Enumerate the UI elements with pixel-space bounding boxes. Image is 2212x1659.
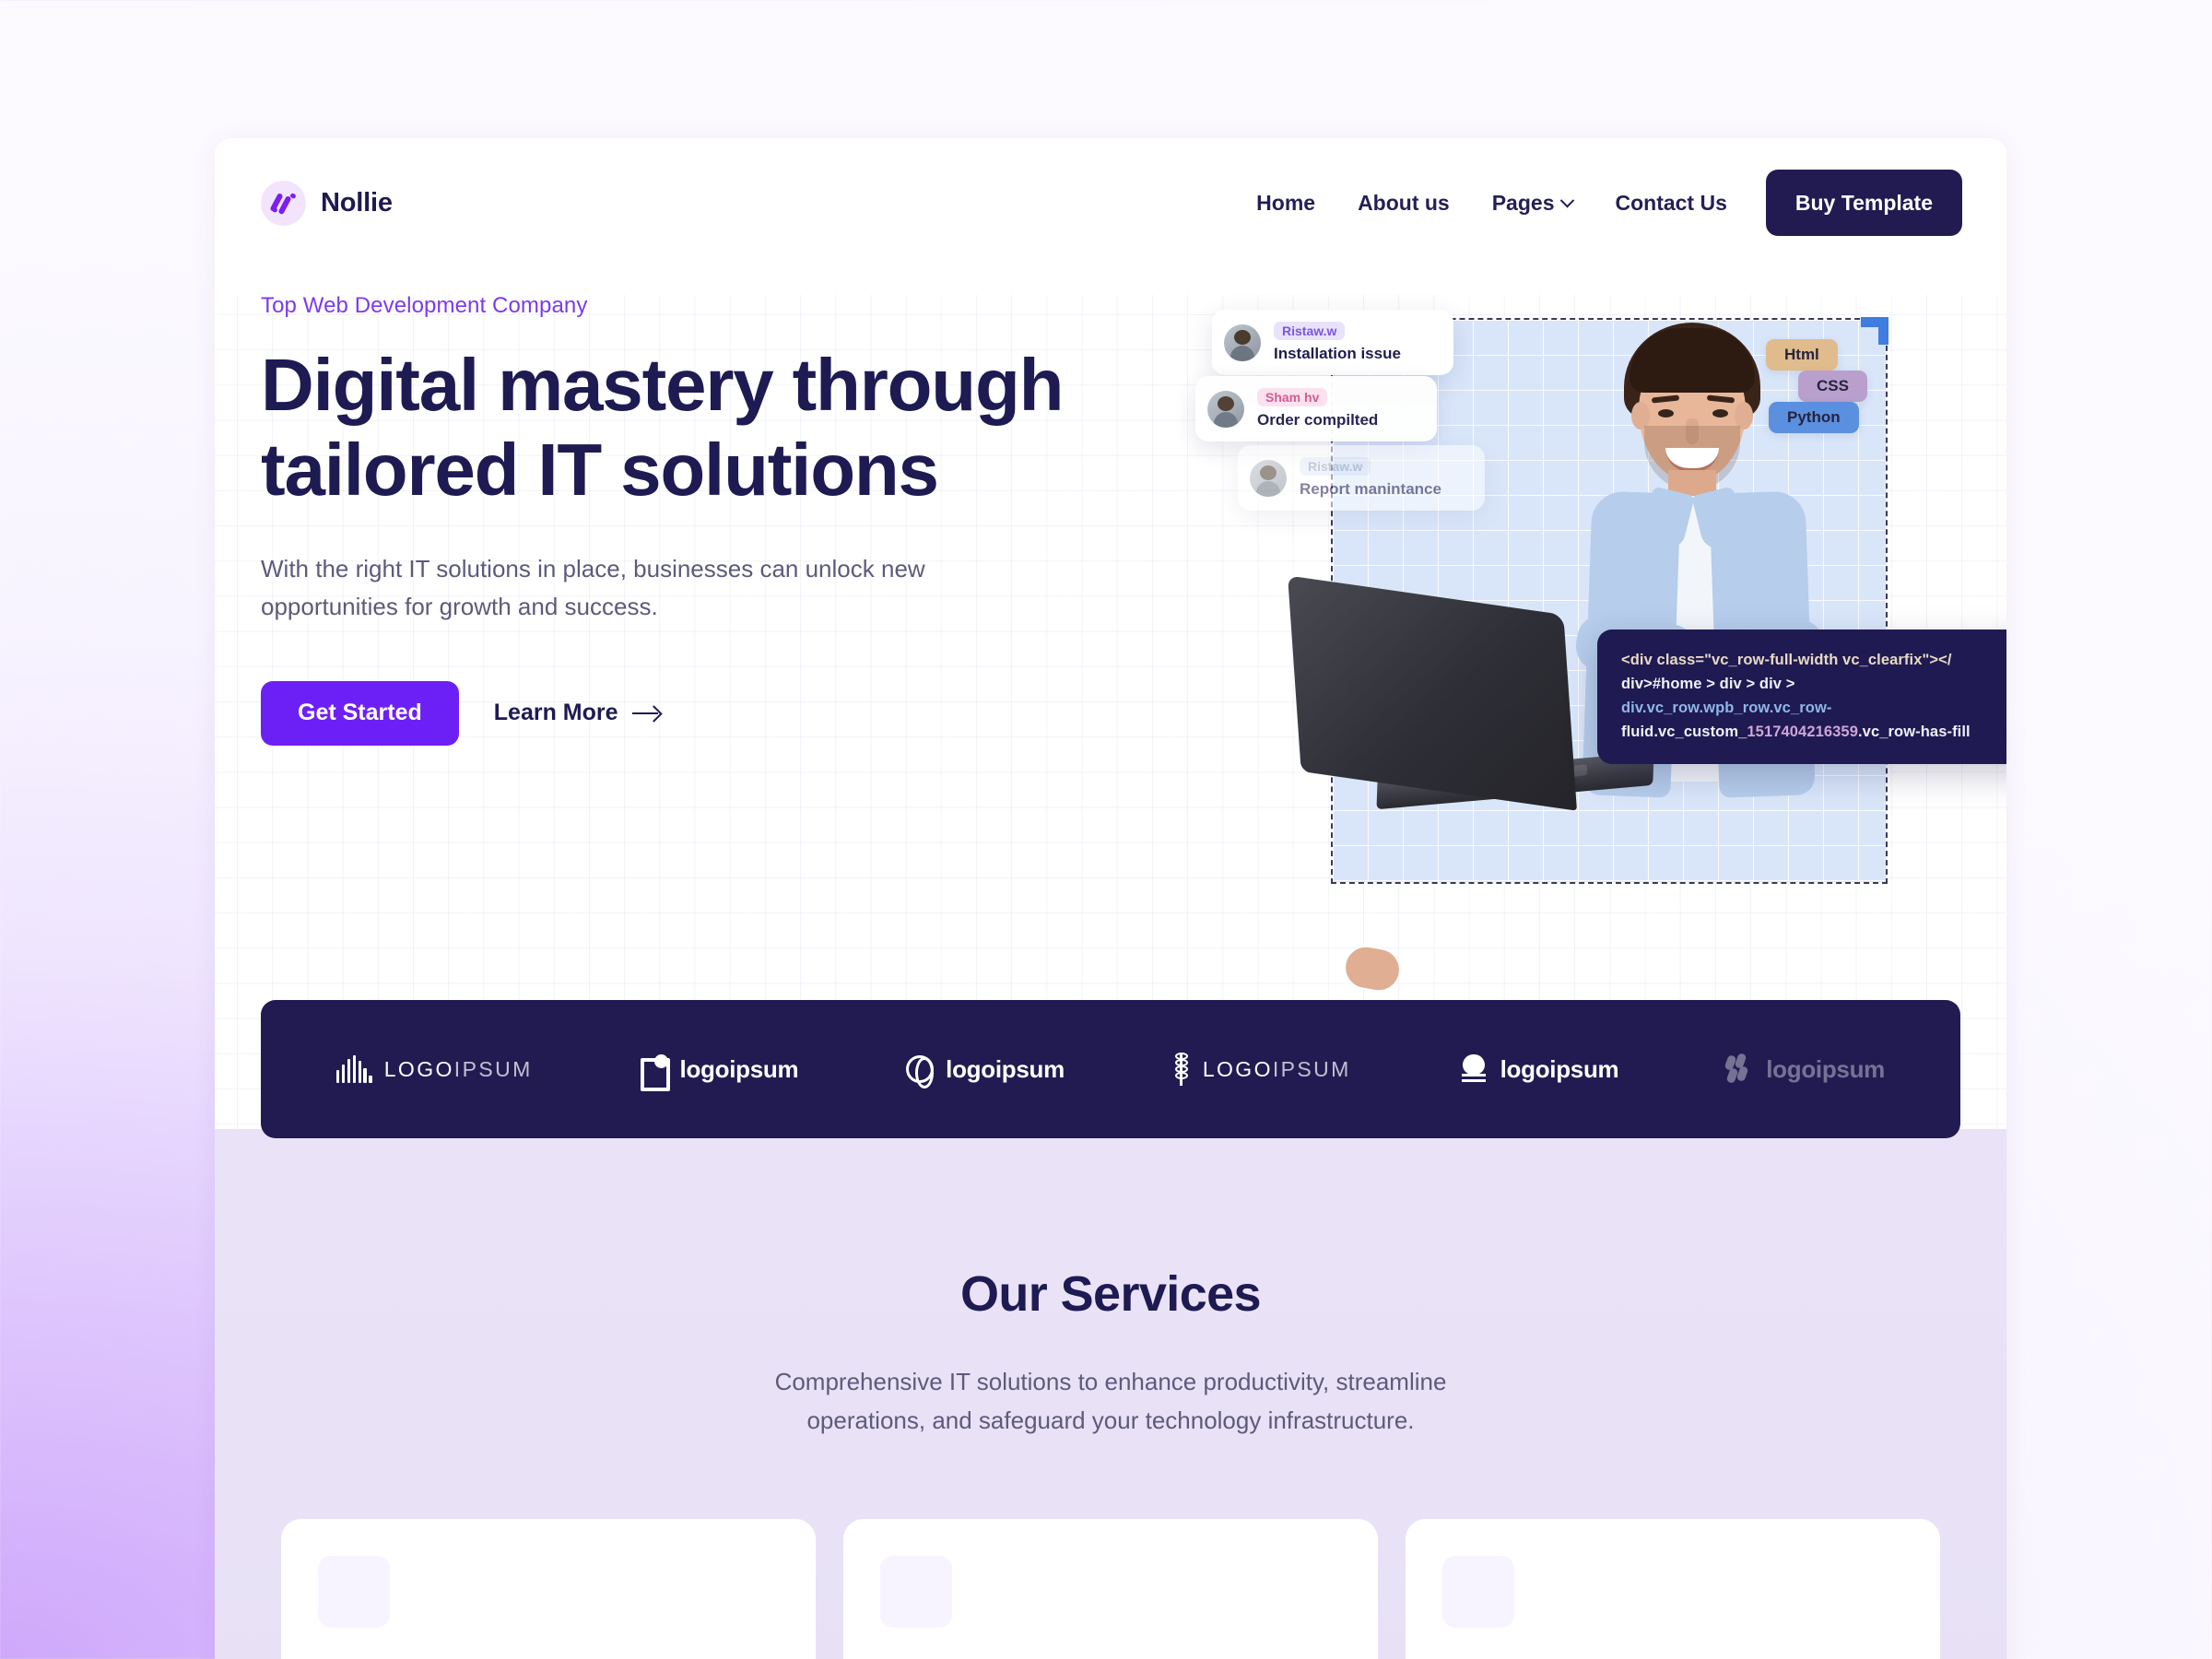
logo-label: logoipsum — [1500, 1054, 1619, 1083]
dots-logo-icon — [1724, 1052, 1754, 1085]
get-started-button[interactable]: Get Started — [261, 680, 459, 746]
browser-frame: Nollie Home About us Pages Contact Us Bu… — [215, 138, 2006, 1659]
nav-item-pages-label: Pages — [1491, 190, 1555, 215]
service-icon — [1442, 1556, 1514, 1629]
chat-bubble: Ristaw.w Report manintance — [1238, 445, 1485, 511]
nav-item-home-label: Home — [1256, 190, 1316, 215]
brand-name: Nollie — [321, 187, 393, 218]
chat-bubble-message: Report manintance — [1300, 480, 1441, 498]
chat-bubble: Sham hv Order compilted — [1195, 376, 1437, 441]
logo-label: LOGOIPSUM — [383, 1056, 533, 1081]
service-icon — [880, 1556, 952, 1629]
hero-eyebrow: Top Web Development Company — [261, 293, 588, 318]
nav-item-contact-us-label: Contact Us — [1615, 190, 1727, 215]
avatar — [1250, 459, 1287, 497]
hero-subtitle: With the right IT solutions in place, bu… — [261, 554, 925, 620]
tech-tag-css: CSS — [1798, 371, 1867, 402]
code-line-2: div>#home > div > div > — [1621, 676, 1795, 693]
logo-item: logoipsum — [640, 1054, 799, 1091]
hero-cta-group: Get Started Learn More — [261, 680, 1136, 746]
nav-item-pages[interactable]: Pages — [1491, 190, 1575, 216]
logo-item: LOGOIPSUM — [1172, 1053, 1351, 1086]
hero-section: Nollie Home About us Pages Contact Us Bu… — [215, 138, 2006, 1138]
avatar — [1224, 324, 1261, 361]
code-line-3: div.vc_row.wpb_row.vc_row- — [1621, 700, 1832, 717]
code-snippet-card: <div class="vc_row-full-width vc_clearfi… — [1597, 629, 2006, 765]
logo-label: logoipsum — [679, 1054, 799, 1083]
learn-more-link[interactable]: Learn More — [494, 700, 660, 726]
chat-bubble-message: Order compilted — [1257, 411, 1379, 429]
nav-item-home[interactable]: Home — [1256, 191, 1315, 216]
logo-label: logoipsum — [946, 1054, 1065, 1083]
page-title: Digital mastery through tailored IT solu… — [261, 344, 1064, 512]
hero-text-column: Top Web Development Company Digital mast… — [215, 293, 1136, 920]
code-line-4a: fluid.vc_custom_ — [1621, 724, 1747, 741]
brand-logo[interactable]: Nollie — [261, 180, 393, 226]
service-icon — [318, 1556, 390, 1629]
logo-strip: LOGOIPSUM logoipsum logoipsum LOGOIPSUM … — [261, 1000, 1960, 1138]
services-subtitle: Comprehensive IT solutions to enhance pr… — [774, 1368, 1447, 1434]
hero-body: Top Web Development Company Digital mast… — [215, 267, 2006, 994]
services-title: Our Services — [959, 1266, 1262, 1322]
avatar — [1207, 390, 1244, 428]
logo-item: logoipsum — [906, 1054, 1065, 1088]
code-line-1: <div class="vc_row-full-width vc_clearfi… — [1621, 652, 1952, 668]
service-card[interactable] — [843, 1519, 1378, 1659]
services-section: Our Services Comprehensive IT solutions … — [215, 1129, 2006, 1659]
nav-menu: Home About us Pages Contact Us — [1256, 191, 1727, 216]
code-line-4b: 1517404216359 — [1747, 724, 1858, 741]
learn-more-label: Learn More — [493, 700, 618, 726]
egg-wave-logo-icon — [1459, 1054, 1488, 1084]
chat-bubble-tag: Ristaw.w — [1274, 322, 1346, 340]
logo-label: logoipsum — [1766, 1054, 1885, 1083]
circle-swirl-logo-icon — [906, 1055, 935, 1088]
service-card[interactable] — [281, 1519, 816, 1659]
bars-logo-icon — [336, 1055, 372, 1083]
chevron-down-icon — [1560, 193, 1575, 207]
service-cards — [215, 1519, 2006, 1659]
chat-bubble-tag: Sham hv — [1257, 388, 1328, 406]
logo-item: logoipsum — [1459, 1054, 1619, 1084]
code-line-4: fluid.vc_custom_1517404216359.vc_row-has… — [1621, 720, 2006, 744]
service-card[interactable] — [1406, 1519, 1940, 1659]
tech-tag-python: Python — [1769, 402, 1859, 433]
arrow-right-icon — [631, 706, 660, 721]
nav-item-about-us[interactable]: About us — [1358, 191, 1450, 216]
logo-label: LOGOIPSUM — [1202, 1056, 1351, 1081]
main-navigation: Nollie Home About us Pages Contact Us Bu… — [215, 138, 2006, 267]
chat-bubble-message: Installation issue — [1274, 345, 1401, 362]
doc-pin-logo-icon — [640, 1054, 670, 1091]
code-line-4c: .vc_row-has-fill — [1858, 724, 1971, 741]
tech-tag-html: Html — [1766, 339, 1838, 371]
chat-bubble-tag: Ristaw.w — [1300, 457, 1371, 476]
chat-bubble: Ristaw.w Installation issue — [1212, 310, 1453, 375]
logo-item: logoipsum — [1724, 1052, 1885, 1085]
hero-visual: Html CSS Python Ristaw.w Installation is… — [1136, 293, 2006, 994]
nav-item-about-us-label: About us — [1358, 190, 1450, 215]
wheat-logo-icon — [1172, 1053, 1191, 1086]
nollie-slash-logo-icon — [261, 180, 306, 226]
logo-item: LOGOIPSUM — [336, 1055, 533, 1083]
buy-template-button[interactable]: Buy Template — [1765, 170, 1962, 236]
nav-item-contact-us[interactable]: Contact Us — [1615, 191, 1726, 216]
